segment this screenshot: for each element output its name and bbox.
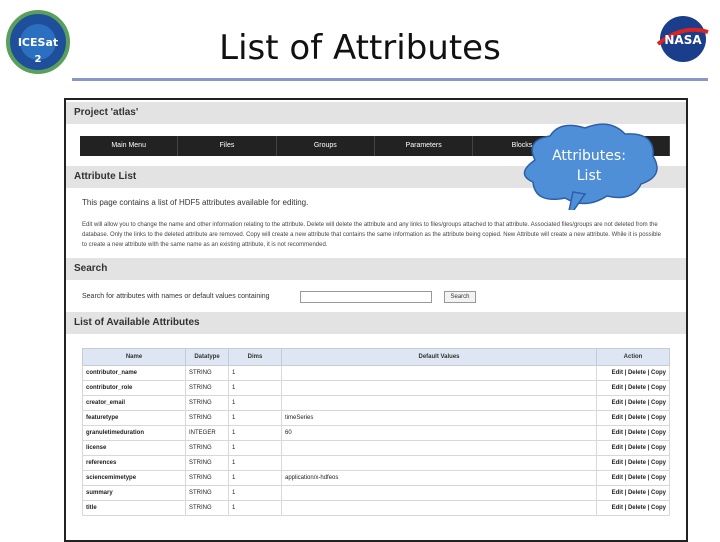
nasa-logo: NASA xyxy=(654,14,712,64)
svg-text:2: 2 xyxy=(35,54,42,65)
svg-text:NASA: NASA xyxy=(664,33,702,47)
table-row: granuletimeduration INTEGER 1 60 Edit | … xyxy=(82,425,670,441)
attr-default xyxy=(281,440,597,456)
table-row: license STRING 1 Edit | Delete | Copy xyxy=(82,440,670,456)
attr-actions[interactable]: Edit | Delete | Copy xyxy=(596,425,670,441)
menu-parameters[interactable]: Parameters xyxy=(375,136,474,156)
menu-groups[interactable]: Groups xyxy=(277,136,375,156)
search-button[interactable]: Search xyxy=(444,291,476,303)
attr-name[interactable]: references xyxy=(82,455,186,471)
table-row: references STRING 1 Edit | Delete | Copy xyxy=(82,455,670,471)
attr-default xyxy=(281,455,597,471)
attr-default xyxy=(281,365,597,381)
col-dims: Dims xyxy=(228,348,282,366)
attr-default: application/x-hdfeos xyxy=(281,470,597,486)
attr-datatype: STRING xyxy=(185,485,229,501)
attr-dims: 1 xyxy=(228,500,282,516)
attr-datatype: STRING xyxy=(185,440,229,456)
attr-name[interactable]: contributor_role xyxy=(82,380,186,396)
table-row: summary STRING 1 Edit | Delete | Copy xyxy=(82,485,670,501)
attribute-list-help: Edit will allow you to change the name a… xyxy=(82,222,661,248)
col-datatype: Datatype xyxy=(185,348,229,366)
attr-default xyxy=(281,395,597,411)
callout-line-1: Attributes: xyxy=(552,148,626,164)
attr-dims: 1 xyxy=(228,425,282,441)
search-header: Search xyxy=(66,258,686,280)
attr-default: timeSeries xyxy=(281,410,597,426)
attr-dims: 1 xyxy=(228,440,282,456)
attr-name[interactable]: granuletimeduration xyxy=(82,425,186,441)
attr-default xyxy=(281,485,597,501)
table-row: contributor_role STRING 1 Edit | Delete … xyxy=(82,380,670,396)
attr-default xyxy=(281,380,597,396)
menu-files[interactable]: Files xyxy=(178,136,277,156)
icesat2-logo: ICESat 2 xyxy=(6,6,70,80)
attr-actions[interactable]: Edit | Delete | Copy xyxy=(596,380,670,396)
col-action: Action xyxy=(596,348,670,366)
attr-actions[interactable]: Edit | Delete | Copy xyxy=(596,485,670,501)
attr-actions[interactable]: Edit | Delete | Copy xyxy=(596,365,670,381)
col-default-values: Default Values xyxy=(281,348,597,366)
attr-actions[interactable]: Edit | Delete | Copy xyxy=(596,500,670,516)
attr-name[interactable]: license xyxy=(82,440,186,456)
search-input[interactable] xyxy=(300,291,432,303)
attr-name[interactable]: creator_email xyxy=(82,395,186,411)
attr-actions[interactable]: Edit | Delete | Copy xyxy=(596,395,670,411)
attr-datatype: STRING xyxy=(185,365,229,381)
table-row: featuretype STRING 1 timeSeries Edit | D… xyxy=(82,410,670,426)
attr-name[interactable]: summary xyxy=(82,485,186,501)
attr-datatype: STRING xyxy=(185,500,229,516)
attr-datatype: STRING xyxy=(185,380,229,396)
menu-main[interactable]: Main Menu xyxy=(80,136,179,156)
attr-default xyxy=(281,500,597,516)
attributes-table: Name Datatype Dims Default Values Action… xyxy=(82,348,670,516)
col-name: Name xyxy=(82,348,186,366)
title-divider xyxy=(72,78,708,81)
attr-dims: 1 xyxy=(228,455,282,471)
attr-name[interactable]: contributor_name xyxy=(82,365,186,381)
search-label: Search for attributes with names or defa… xyxy=(82,293,270,300)
attr-actions[interactable]: Edit | Delete | Copy xyxy=(596,410,670,426)
attr-dims: 1 xyxy=(228,410,282,426)
table-row: title STRING 1 Edit | Delete | Copy xyxy=(82,500,670,516)
attr-dims: 1 xyxy=(228,485,282,501)
available-attributes-header: List of Available Attributes xyxy=(66,312,686,334)
attr-dims: 1 xyxy=(228,395,282,411)
slide-title: List of Attributes xyxy=(219,28,501,68)
attr-actions[interactable]: Edit | Delete | Copy xyxy=(596,455,670,471)
attr-datatype: STRING xyxy=(185,455,229,471)
attr-datatype: STRING xyxy=(185,470,229,486)
attr-actions[interactable]: Edit | Delete | Copy xyxy=(596,470,670,486)
table-row: sciencemimetype STRING 1 application/x-h… xyxy=(82,470,670,486)
attr-name[interactable]: sciencemimetype xyxy=(82,470,186,486)
attr-name[interactable]: title xyxy=(82,500,186,516)
attr-datatype: STRING xyxy=(185,410,229,426)
callout-line-2: List xyxy=(576,168,602,184)
callout-text: Attributes: List xyxy=(530,146,648,186)
attr-name[interactable]: featuretype xyxy=(82,410,186,426)
attr-dims: 1 xyxy=(228,470,282,486)
svg-text:ICESat: ICESat xyxy=(18,36,58,49)
table-row: creator_email STRING 1 Edit | Delete | C… xyxy=(82,395,670,411)
attr-datatype: STRING xyxy=(185,395,229,411)
attribute-list-description: This page contains a list of HDF5 attrib… xyxy=(82,198,309,207)
attr-dims: 1 xyxy=(228,380,282,396)
attr-actions[interactable]: Edit | Delete | Copy xyxy=(596,440,670,456)
attr-dims: 1 xyxy=(228,365,282,381)
attr-default: 60 xyxy=(281,425,597,441)
attr-datatype: INTEGER xyxy=(185,425,229,441)
table-row: contributor_name STRING 1 Edit | Delete … xyxy=(82,365,670,381)
